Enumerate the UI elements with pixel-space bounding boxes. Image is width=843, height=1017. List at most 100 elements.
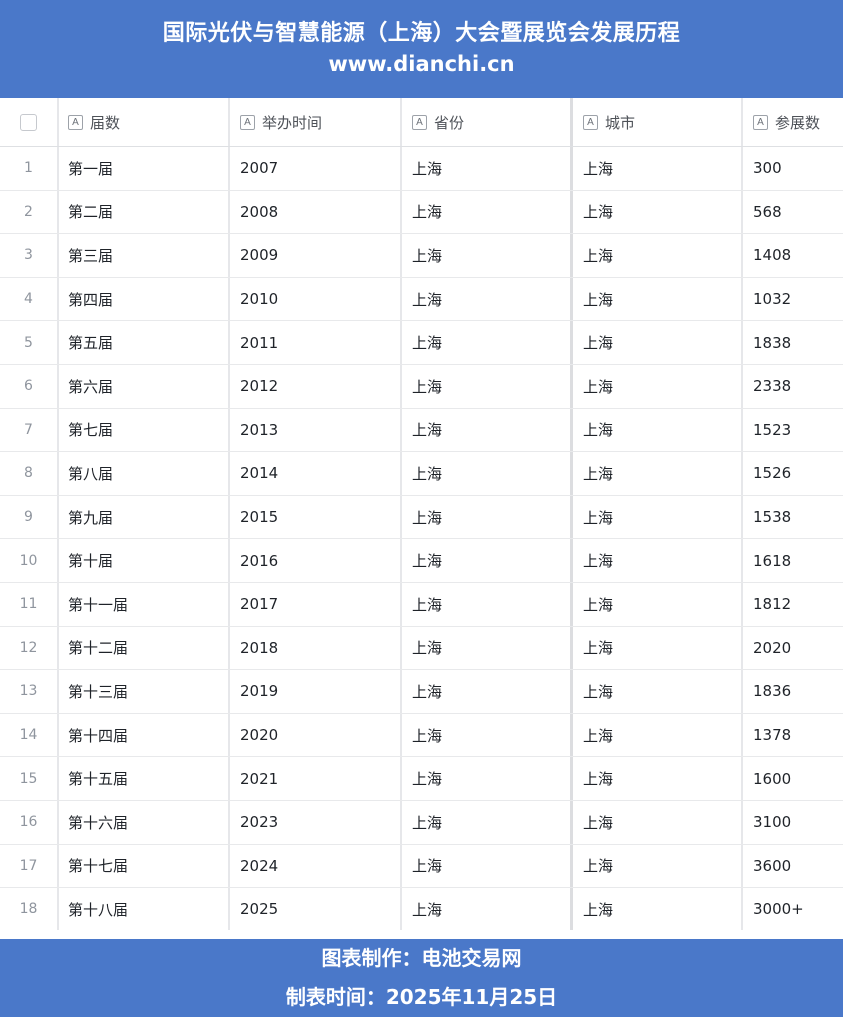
table-row[interactable]: 3 第三届 2009 上海 上海 1408: [0, 234, 843, 278]
session-cell[interactable]: 第十五届: [59, 757, 230, 800]
province-cell[interactable]: 上海: [402, 190, 573, 234]
exhibitors-cell[interactable]: 1526: [743, 452, 843, 495]
row-number-cell[interactable]: 3: [0, 234, 59, 277]
session-cell[interactable]: 第十二届: [59, 626, 230, 670]
table-row[interactable]: 11 第十一届 2017 上海 上海 1812: [0, 583, 843, 627]
city-cell[interactable]: 上海: [573, 321, 743, 364]
session-cell[interactable]: 第十四届: [59, 713, 230, 757]
column-header-city[interactable]: A 城市: [573, 98, 743, 146]
province-cell[interactable]: 上海: [402, 321, 573, 364]
year-cell[interactable]: 2018: [230, 626, 402, 670]
column-header-province[interactable]: A 省份: [402, 98, 573, 146]
city-cell[interactable]: 上海: [573, 888, 743, 930]
year-cell[interactable]: 2021: [230, 757, 402, 800]
table-row[interactable]: 15 第十五届 2021 上海 上海 1600: [0, 757, 843, 801]
row-number-cell[interactable]: 11: [0, 583, 59, 626]
exhibitors-cell[interactable]: 1838: [743, 321, 843, 364]
city-cell[interactable]: 上海: [573, 147, 743, 190]
table-row[interactable]: 4 第四届 2010 上海 上海 1032: [0, 277, 843, 322]
session-cell[interactable]: 第五届: [59, 321, 230, 364]
year-cell[interactable]: 2014: [230, 452, 402, 495]
row-number-cell[interactable]: 17: [0, 844, 59, 888]
province-cell[interactable]: 上海: [402, 234, 573, 277]
exhibitors-cell[interactable]: 1408: [743, 234, 843, 277]
row-number-cell[interactable]: 8: [0, 452, 59, 495]
province-cell[interactable]: 上海: [402, 801, 573, 844]
row-number-cell[interactable]: 7: [0, 408, 59, 452]
city-cell[interactable]: 上海: [573, 365, 743, 408]
province-cell[interactable]: 上海: [402, 888, 573, 930]
city-cell[interactable]: 上海: [573, 408, 743, 452]
province-cell[interactable]: 上海: [402, 365, 573, 408]
exhibitors-cell[interactable]: 1600: [743, 757, 843, 800]
exhibitors-cell[interactable]: 3600: [743, 845, 843, 888]
table-row[interactable]: 6 第六届 2012 上海 上海 2338: [0, 365, 843, 409]
session-cell[interactable]: 第九届: [59, 495, 230, 539]
table-row[interactable]: 14 第十四届 2020 上海 上海 1378: [0, 713, 843, 758]
province-cell[interactable]: 上海: [402, 277, 573, 321]
year-cell[interactable]: 2020: [230, 713, 402, 757]
session-cell[interactable]: 第二届: [59, 190, 230, 234]
row-number-cell[interactable]: 4: [0, 277, 59, 321]
session-cell[interactable]: 第十三届: [59, 670, 230, 713]
table-row[interactable]: 2 第二届 2008 上海 上海 568: [0, 190, 843, 235]
column-header-session[interactable]: A 届数: [59, 98, 230, 146]
province-cell[interactable]: 上海: [402, 147, 573, 190]
exhibitors-cell[interactable]: 568: [743, 191, 843, 234]
year-cell[interactable]: 2016: [230, 539, 402, 582]
table-row[interactable]: 5 第五届 2011 上海 上海 1838: [0, 321, 843, 365]
city-cell[interactable]: 上海: [573, 190, 743, 234]
province-cell[interactable]: 上海: [402, 408, 573, 452]
year-cell[interactable]: 2009: [230, 234, 402, 277]
city-cell[interactable]: 上海: [573, 495, 743, 539]
session-cell[interactable]: 第十届: [59, 539, 230, 582]
table-row[interactable]: 9 第九届 2015 上海 上海 1538: [0, 495, 843, 540]
table-row[interactable]: 12 第十二届 2018 上海 上海 2020: [0, 626, 843, 671]
province-cell[interactable]: 上海: [402, 670, 573, 713]
province-cell[interactable]: 上海: [402, 844, 573, 888]
row-number-cell[interactable]: 12: [0, 626, 59, 670]
exhibitors-cell[interactable]: 1812: [743, 583, 843, 626]
row-number-cell[interactable]: 2: [0, 190, 59, 234]
session-cell[interactable]: 第一届: [59, 147, 230, 190]
row-number-cell[interactable]: 18: [0, 888, 59, 930]
session-cell[interactable]: 第六届: [59, 365, 230, 408]
row-number-cell[interactable]: 15: [0, 757, 59, 800]
year-cell[interactable]: 2013: [230, 408, 402, 452]
column-header-year[interactable]: A 举办时间: [230, 98, 402, 146]
table-row[interactable]: 1 第一届 2007 上海 上海 300: [0, 147, 843, 191]
year-cell[interactable]: 2007: [230, 147, 402, 190]
row-number-cell[interactable]: 10: [0, 539, 59, 582]
province-cell[interactable]: 上海: [402, 583, 573, 626]
row-number-cell[interactable]: 6: [0, 365, 59, 408]
city-cell[interactable]: 上海: [573, 583, 743, 626]
column-header-exhibitors[interactable]: A 参展数: [743, 98, 843, 146]
session-cell[interactable]: 第七届: [59, 408, 230, 452]
session-cell[interactable]: 第十六届: [59, 801, 230, 844]
year-cell[interactable]: 2012: [230, 365, 402, 408]
row-number-cell[interactable]: 5: [0, 321, 59, 364]
table-row[interactable]: 13 第十三届 2019 上海 上海 1836: [0, 670, 843, 714]
year-cell[interactable]: 2010: [230, 277, 402, 321]
row-number-cell[interactable]: 13: [0, 670, 59, 713]
row-number-cell[interactable]: 9: [0, 495, 59, 539]
exhibitors-cell[interactable]: 300: [743, 147, 843, 190]
year-cell[interactable]: 2023: [230, 801, 402, 844]
exhibitors-cell[interactable]: 2338: [743, 365, 843, 408]
year-cell[interactable]: 2015: [230, 495, 402, 539]
session-cell[interactable]: 第十一届: [59, 583, 230, 626]
province-cell[interactable]: 上海: [402, 757, 573, 800]
city-cell[interactable]: 上海: [573, 713, 743, 757]
city-cell[interactable]: 上海: [573, 452, 743, 495]
year-cell[interactable]: 2025: [230, 888, 402, 930]
year-cell[interactable]: 2008: [230, 190, 402, 234]
row-number-cell[interactable]: 14: [0, 713, 59, 757]
exhibitors-cell[interactable]: 1836: [743, 670, 843, 713]
table-row[interactable]: 10 第十届 2016 上海 上海 1618: [0, 539, 843, 583]
table-row[interactable]: 17 第十七届 2024 上海 上海 3600: [0, 844, 843, 889]
table-row[interactable]: 18 第十八届 2025 上海 上海 3000+: [0, 888, 843, 930]
city-cell[interactable]: 上海: [573, 844, 743, 888]
select-all-cell[interactable]: [0, 98, 59, 146]
year-cell[interactable]: 2024: [230, 844, 402, 888]
exhibitors-cell[interactable]: 2020: [743, 627, 843, 670]
